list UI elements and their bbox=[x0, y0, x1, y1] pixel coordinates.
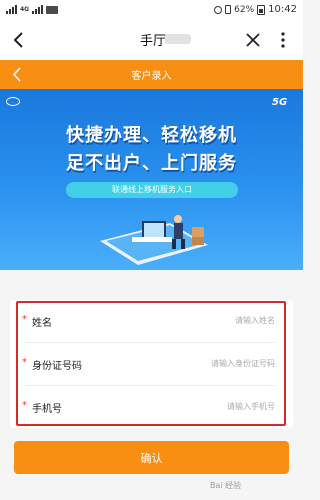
5g-badge: 5G bbox=[272, 97, 288, 108]
close-icon[interactable] bbox=[245, 32, 261, 48]
status-bar: 4G 62% 10:42 bbox=[0, 0, 303, 20]
required-mark: * bbox=[22, 400, 27, 411]
signal-icon bbox=[6, 5, 17, 14]
title-bar: 手厅 bbox=[0, 20, 303, 60]
back-icon[interactable] bbox=[11, 31, 25, 49]
header-title: 客户录入 bbox=[131, 71, 172, 82]
service-entry-button[interactable]: 联通线上移机服务入口 bbox=[66, 182, 238, 198]
required-mark: * bbox=[22, 357, 27, 368]
page: 4G 62% 10:42 手厅 客户录入 5G 快捷办理、轻松移机 足不出户、上… bbox=[0, 0, 303, 500]
battery-percent: 62% bbox=[234, 4, 255, 15]
id-number-input[interactable] bbox=[135, 353, 275, 373]
form-row-phone: * 手机号 bbox=[10, 386, 293, 428]
promo-banner: 5G 快捷办理、轻松移机 足不出户、上门服务 联通线上移机服务入口 bbox=[0, 89, 303, 270]
name-input[interactable] bbox=[135, 310, 275, 330]
notification-icon bbox=[46, 5, 59, 14]
app-header: 客户录入 bbox=[0, 60, 303, 89]
page-title: 手厅 bbox=[140, 34, 167, 49]
required-mark: * bbox=[22, 314, 27, 325]
blurred-title-segment bbox=[165, 34, 191, 44]
status-right: 62% 10:42 bbox=[214, 4, 297, 15]
id-number-label: 身份证号码 bbox=[32, 361, 82, 372]
name-label: 姓名 bbox=[32, 318, 52, 329]
phone-label: 手机号 bbox=[32, 404, 62, 415]
signal-2-icon bbox=[32, 5, 44, 14]
phone-input[interactable] bbox=[135, 396, 275, 416]
banner-headline-1: 快捷办理、轻松移机 bbox=[66, 125, 237, 146]
phone-technician-illustration bbox=[100, 215, 208, 265]
brand-logo bbox=[6, 97, 22, 106]
network-type: 4G bbox=[20, 6, 30, 13]
form-row-name: * 姓名 bbox=[10, 300, 293, 342]
confirm-button[interactable]: 确认 bbox=[14, 441, 289, 474]
clock: 10:42 bbox=[268, 4, 297, 15]
more-icon[interactable] bbox=[280, 32, 286, 48]
vibrate-icon bbox=[225, 5, 232, 14]
alarm-icon bbox=[214, 5, 223, 14]
banner-headline-2: 足不出户、上门服务 bbox=[66, 153, 237, 174]
watermark: Bai 经验 bbox=[210, 481, 242, 490]
battery-icon bbox=[257, 4, 266, 15]
status-left: 4G bbox=[6, 5, 59, 14]
form-row-id: * 身份证号码 bbox=[10, 343, 293, 385]
